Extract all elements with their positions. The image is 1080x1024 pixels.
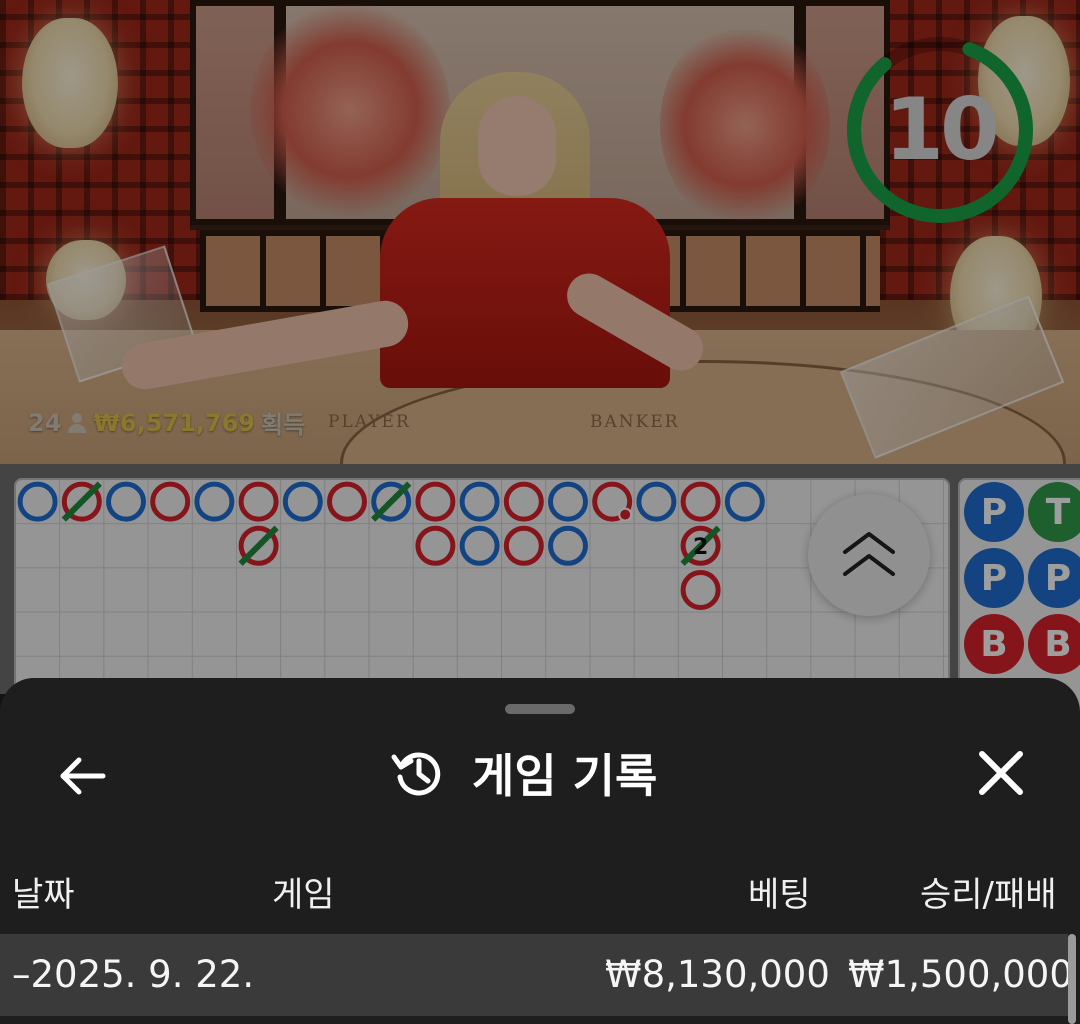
banker-area-label: BANKER <box>590 412 680 432</box>
road-bead-banker <box>327 481 367 522</box>
pair-dot <box>618 507 633 522</box>
column-result[interactable]: 승리/패배 <box>920 860 1057 930</box>
tie-count: 2 <box>693 535 708 560</box>
predictor-chip[interactable]: P <box>1028 548 1080 608</box>
history-table-header: 날짜 게임 베팅 승리/패배 <box>0 860 1080 930</box>
predictor-chip[interactable]: P <box>964 482 1024 542</box>
user-icon <box>68 412 87 433</box>
road-bead-player <box>724 481 765 522</box>
expand-road-button[interactable] <box>808 494 930 616</box>
road-bead-player <box>459 481 500 522</box>
road-bead-banker <box>503 525 544 566</box>
history-icon <box>391 752 441 796</box>
lantern <box>22 18 118 148</box>
road-bead-banker <box>238 525 279 566</box>
winners-count: 24 <box>28 408 62 437</box>
close-icon <box>979 751 1023 795</box>
close-button[interactable] <box>966 738 1036 808</box>
sheet-header: 게임 기록 <box>390 738 657 808</box>
row-result: ₩1,500,000 <box>848 953 1073 996</box>
road-bead-banker <box>150 481 191 522</box>
road-bead-player <box>548 525 588 566</box>
road-bead-banker <box>238 481 279 522</box>
blossom-decoration <box>660 20 830 230</box>
road-bead-player <box>17 481 58 522</box>
drag-handle[interactable] <box>505 704 575 714</box>
road-bead-banker <box>503 481 544 522</box>
predictor-chip[interactable]: P <box>964 548 1024 608</box>
road-bead-banker <box>415 481 456 522</box>
row-date: –2025. 9. 22. <box>12 953 255 996</box>
blossom-decoration <box>250 0 450 220</box>
road-bead-player <box>548 481 588 522</box>
winners-amount: ₩6,571,769 <box>93 408 256 437</box>
column-game[interactable]: 게임 <box>272 860 335 930</box>
predictor-chip[interactable]: T <box>1028 482 1080 542</box>
dealer-face <box>478 96 556 196</box>
back-button[interactable] <box>50 744 114 808</box>
column-date[interactable]: 날짜 <box>12 860 75 930</box>
winners-info: 24 ₩6,571,769 획득 <box>28 405 305 440</box>
chevrons-up-icon <box>843 532 895 576</box>
countdown-value: 10 <box>884 80 1000 180</box>
road-bead-player <box>106 481 146 522</box>
player-area-label: PLAYER <box>328 412 411 432</box>
road-bead-player <box>371 481 412 522</box>
predictor-chip[interactable]: B <box>1028 614 1080 674</box>
scrollbar[interactable] <box>1068 934 1076 1024</box>
road-bead-banker: 2 <box>680 525 721 566</box>
road-bead-banker <box>415 525 456 566</box>
winners-suffix: 획득 <box>261 411 306 439</box>
game-history-sheet: 게임 기록 날짜 게임 베팅 승리/패배 –2025. 9. 22. ₩8,13… <box>0 678 1080 1024</box>
row-bet: ₩8,130,000 <box>605 953 830 996</box>
table-row[interactable]: –2025. 9. 22. ₩8,130,000 ₩1,500,000 <box>0 934 1073 1016</box>
road-bead-player <box>459 525 500 566</box>
road-bead-player <box>282 481 323 522</box>
road-bead-banker <box>680 570 721 610</box>
road-bead-banker <box>680 481 721 522</box>
predictor-chip[interactable]: B <box>964 614 1024 674</box>
road-bead-player <box>194 481 235 522</box>
road-bead-banker <box>61 481 102 522</box>
arrow-left-icon <box>60 757 106 795</box>
sheet-title: 게임 기록 <box>472 749 658 803</box>
road-bead-player <box>636 481 677 522</box>
column-bet[interactable]: 베팅 <box>748 860 811 930</box>
road-bead-banker <box>592 481 633 522</box>
